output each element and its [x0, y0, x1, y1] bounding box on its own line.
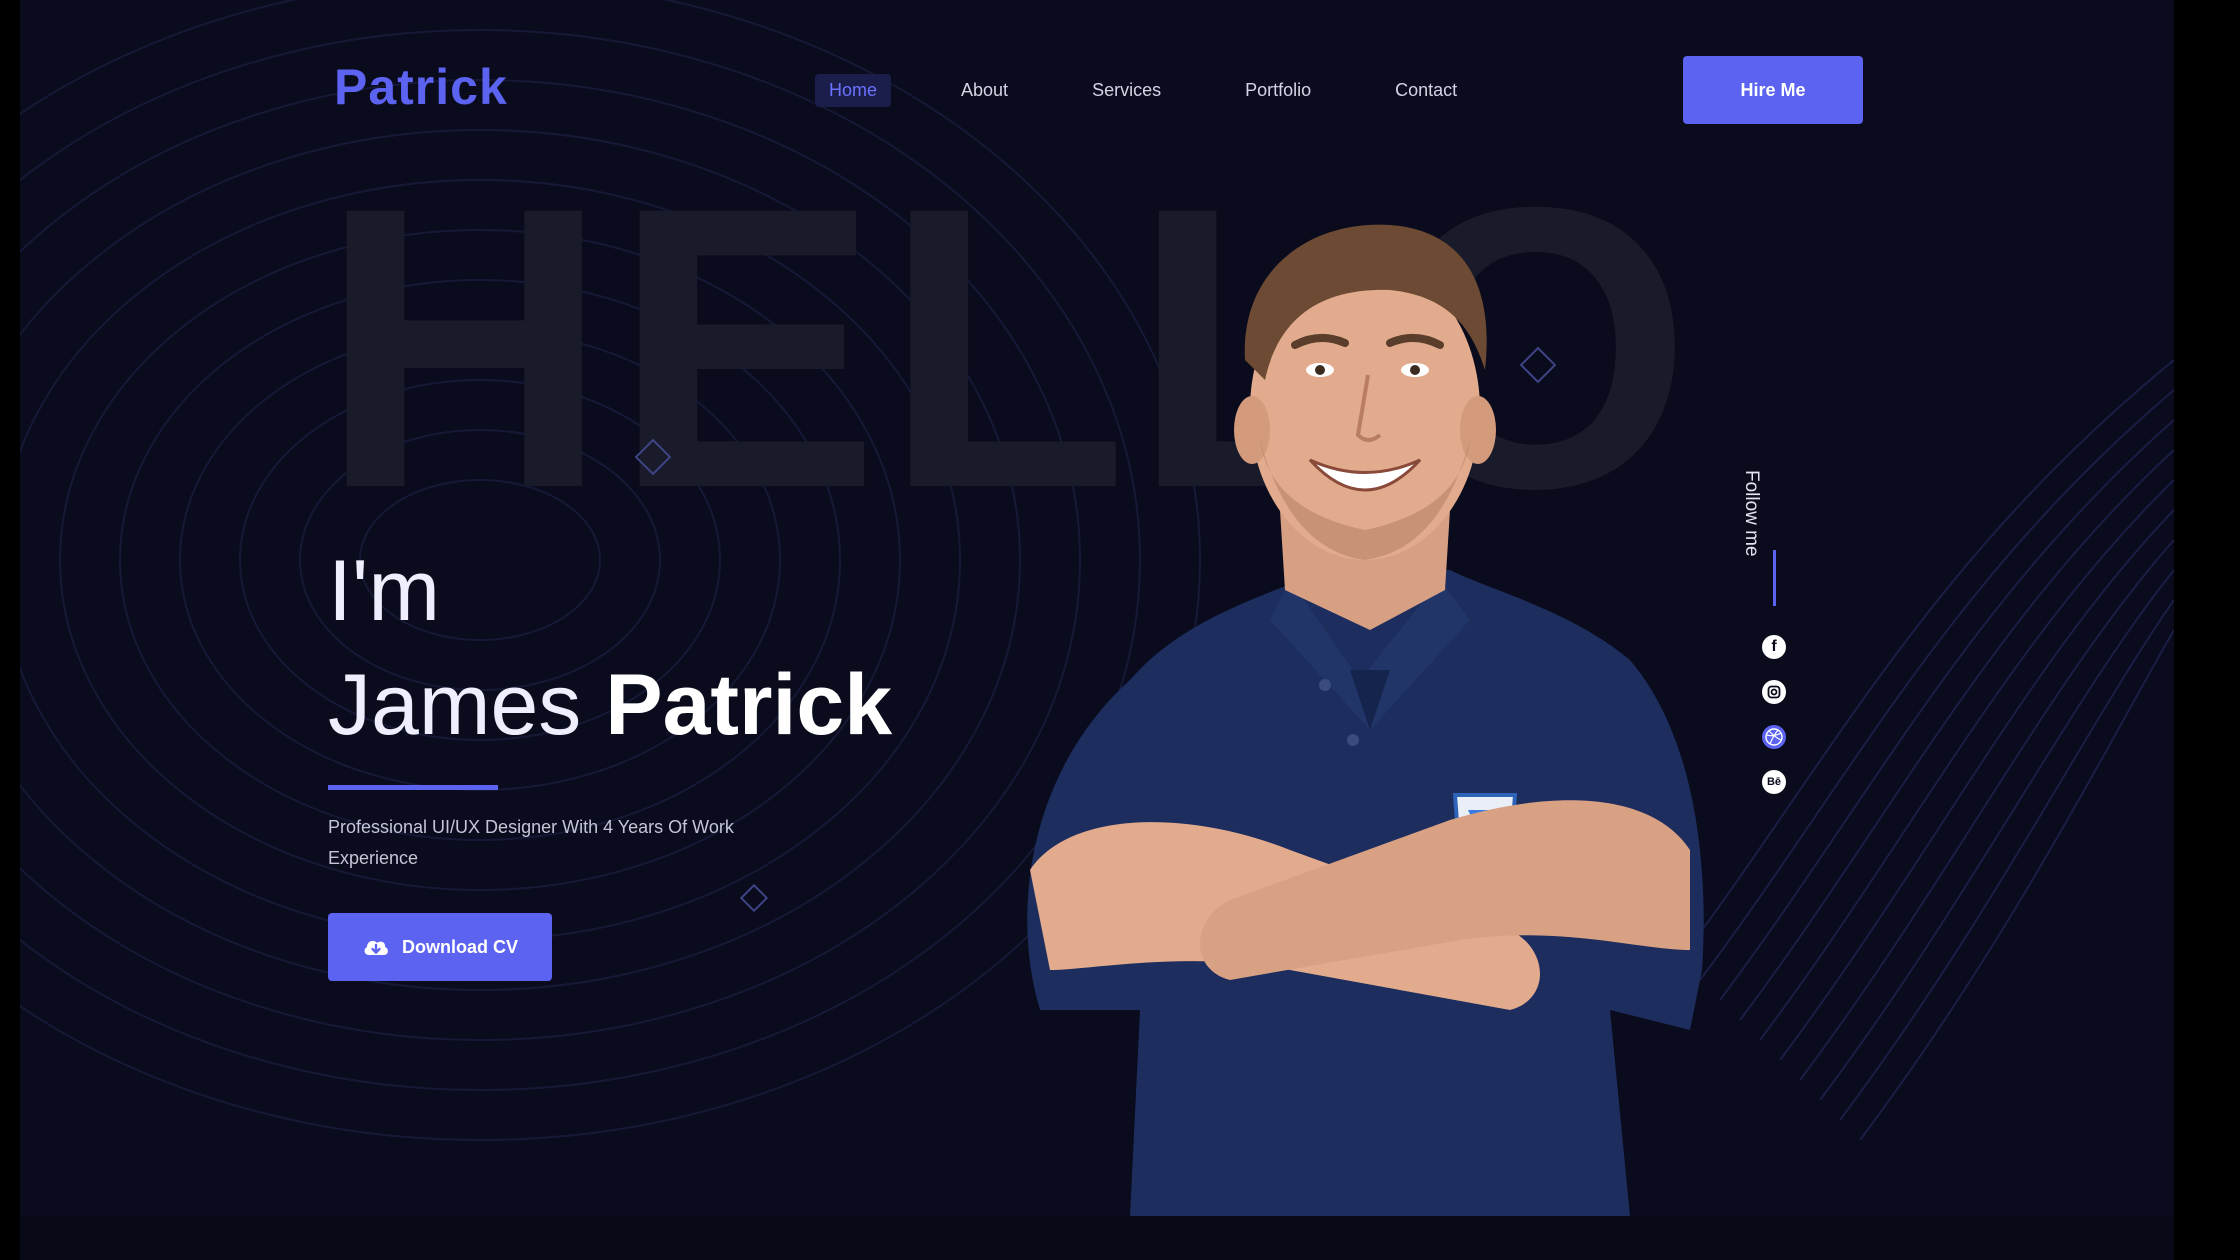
nav-contact[interactable]: Contact	[1381, 74, 1471, 107]
follow-divider	[1773, 550, 1776, 606]
nav-portfolio[interactable]: Portfolio	[1231, 74, 1325, 107]
behance-icon[interactable]: Bē	[1762, 770, 1786, 794]
cloud-download-icon	[364, 940, 388, 955]
download-cv-label: Download CV	[402, 936, 518, 957]
greeting-text: I'm	[328, 543, 440, 639]
last-name: Patrick	[605, 657, 893, 753]
hero-name: James Patrick	[328, 662, 892, 748]
first-name: James	[328, 657, 582, 753]
hero-page: HELLO Patrick Home About Services Portfo…	[20, 0, 2174, 1260]
follow-me-label: Follow me	[1741, 470, 1762, 557]
nav-about[interactable]: About	[947, 74, 1022, 107]
logo[interactable]: Patrick	[334, 58, 508, 116]
dribbble-icon[interactable]	[1762, 725, 1786, 749]
name-underline	[328, 785, 498, 790]
bottom-strip	[20, 1216, 2174, 1260]
nav-home[interactable]: Home	[815, 73, 892, 107]
main-nav: Home About Services Portfolio Contact	[815, 72, 1527, 108]
hire-me-button[interactable]: Hire Me	[1683, 56, 1863, 124]
download-cv-button[interactable]: Download CV	[328, 913, 552, 981]
portrait-photo	[1027, 224, 1704, 1216]
facebook-icon[interactable]: f	[1762, 635, 1786, 659]
instagram-icon[interactable]	[1762, 680, 1786, 704]
nav-services[interactable]: Services	[1078, 74, 1175, 107]
hero-description: Professional UI/UX Designer With 4 Years…	[328, 817, 734, 868]
